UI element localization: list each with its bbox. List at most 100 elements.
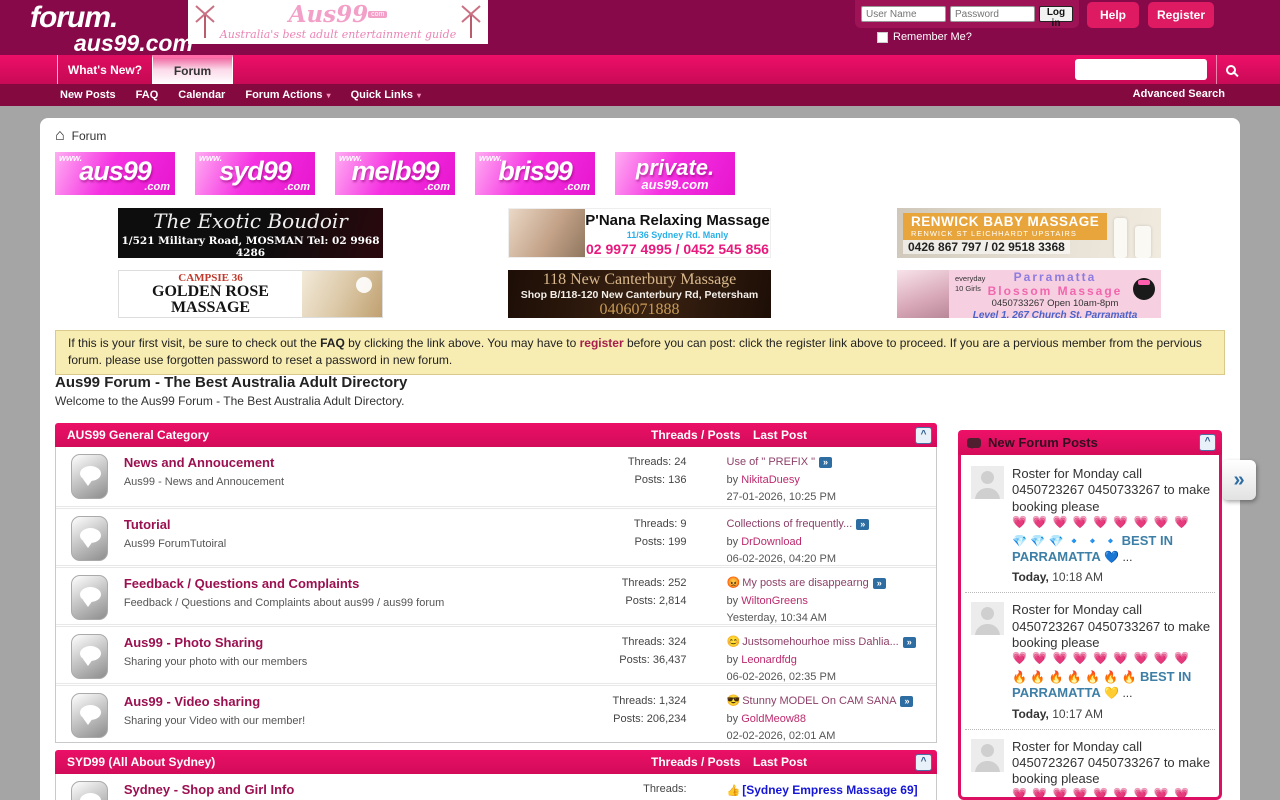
last-post-cell: Collections of frequently...» by DrDownl… (687, 516, 937, 569)
tab-whats-new[interactable]: What's New? (57, 55, 152, 84)
breadcrumb: ⌂ Forum (55, 128, 106, 144)
ad-blossom-massage[interactable]: everyday 10 Girls Parramatta Blossom Mas… (897, 270, 1161, 318)
register-button[interactable]: Register (1148, 2, 1214, 28)
go-to-last-post-icon[interactable]: » (903, 637, 916, 648)
tab-forum[interactable]: Forum (152, 55, 233, 84)
site-logo[interactable]: forum. aus99.com (30, 3, 193, 55)
last-post-title-link[interactable]: My posts are disappearng (742, 577, 869, 589)
register-link[interactable]: register (580, 336, 624, 350)
last-post-title-link[interactable]: [Sydney Empress Massage 69] (742, 783, 917, 797)
forum-status-icon (71, 781, 108, 800)
sidebar-post[interactable]: Roster for Monday call 0450723267 045073… (965, 457, 1215, 593)
ad-canterbury-massage[interactable]: 118 New Canterbury Massage Shop B/118-12… (508, 270, 771, 318)
windmill-graphic (460, 4, 482, 40)
nav-forum-actions[interactable]: Forum Actions▾ (235, 89, 340, 101)
go-to-last-post-icon[interactable]: » (873, 578, 886, 589)
help-button[interactable]: Help (1087, 2, 1139, 28)
post-text: Roster for Monday call 0450723267 045073… (1012, 466, 1210, 514)
sidebar-expand-handle[interactable]: » (1222, 460, 1256, 500)
last-post-user-link[interactable]: GoldMeow88 (741, 713, 806, 725)
banner-melb99[interactable]: www. melb99 .com (335, 152, 455, 195)
home-icon[interactable]: ⌂ (55, 128, 65, 144)
post-time: Today, 10:18 AM (1012, 570, 1211, 585)
category-title-link[interactable]: AUS99 General Category (55, 428, 651, 442)
nav-new-posts[interactable]: New Posts (50, 89, 126, 101)
last-post-title-link[interactable]: Stunny MODEL On CAM SANA (742, 695, 896, 707)
banner-aus99[interactable]: www. aus99 .com (55, 152, 175, 195)
forum-description: Aus99 - News and Annoucement (124, 476, 547, 488)
last-post-title-link[interactable]: Collections of frequently... (727, 518, 853, 530)
banner-syd99[interactable]: www. syd99 .com (195, 152, 315, 195)
ad-photo (897, 270, 949, 318)
forum-row-sydney-shop: Sydney - Shop and Girl Info Talk about S… (56, 774, 936, 800)
banner-private-aus99[interactable]: private. aus99.com (615, 152, 735, 195)
remember-me[interactable]: Remember Me? (877, 31, 972, 43)
candle-graphic (1114, 218, 1127, 258)
header-ad-banner[interactable]: Aus99com Australia's best adult entertai… (188, 0, 488, 44)
sub-nav: New Posts FAQ Calendar Forum Actions▾ Qu… (0, 84, 1280, 106)
last-post-title-link[interactable]: Use of " PREFIX " (727, 456, 816, 468)
last-post-user-link[interactable]: DrDownload (741, 536, 802, 548)
last-post-user-link[interactable]: Leonardfdg (741, 654, 797, 666)
post-emoji-row: 💗 💗 💗 💗 💗 💗 💗 💗 💗 (1012, 787, 1211, 800)
advanced-search-link[interactable]: Advanced Search (1133, 88, 1225, 100)
forum-link[interactable]: Sydney - Shop and Girl Info (124, 782, 294, 797)
ad-renwick-massage[interactable]: RENWICK BABY MASSAGE RENWICK ST LEICHHAR… (897, 208, 1161, 258)
new-forum-posts-widget: New Forum Posts ^ Roster for Monday call… (958, 430, 1222, 800)
password-field[interactable] (950, 6, 1035, 22)
search-icon (1226, 65, 1236, 75)
forum-status-icon (71, 516, 108, 561)
column-threads-posts: Threads / Posts (651, 428, 753, 442)
banner-badge: com (368, 11, 387, 18)
thread-emoji: 😡 (727, 577, 741, 589)
go-to-last-post-icon[interactable]: » (819, 457, 832, 468)
forum-description: Sharing your photo with our members (124, 656, 547, 668)
username-field[interactable] (861, 6, 946, 22)
forum-status-icon (71, 693, 108, 738)
sidebar-post[interactable]: Roster for Monday call 0450723267 045073… (965, 730, 1215, 800)
go-to-last-post-icon[interactable]: » (900, 696, 913, 707)
category-title-link[interactable]: SYD99 (All About Sydney) (55, 755, 651, 769)
nav-faq[interactable]: FAQ (126, 89, 169, 101)
last-post-user-link[interactable]: NikitaDuesy (741, 474, 800, 486)
nav-quick-links[interactable]: Quick Links▾ (341, 89, 431, 101)
ad-pnana-massage[interactable]: P'Nana Relaxing Massage 11/36 Sydney Rd.… (508, 208, 771, 258)
page-subtitle: Welcome to the Aus99 Forum - The Best Au… (55, 394, 405, 408)
remember-me-checkbox[interactable] (877, 32, 888, 43)
faq-link[interactable]: FAQ (320, 336, 345, 350)
last-post-user-link[interactable]: WiltonGreens (741, 595, 808, 607)
last-post-cell: 😎Stunny MODEL On CAM SANA» by GoldMeow88… (687, 693, 937, 746)
post-text: Roster for Monday call 0450723267 045073… (1012, 739, 1210, 787)
forum-row-tutorial: Tutorial Aus99 ForumTutoiral Threads: 9 … (56, 506, 936, 565)
sidebar-post[interactable]: Roster for Monday call 0450723267 045073… (965, 593, 1215, 729)
ad-golden-rose-massage[interactable]: CAMPSIE 36 GOLDEN ROSE MASSAGE 36 NORTH … (118, 270, 383, 318)
breadcrumb-forum[interactable]: Forum (72, 129, 107, 143)
nav-calendar[interactable]: Calendar (168, 89, 235, 101)
forum-row-feedback: Feedback / Questions and Complaints Feed… (56, 565, 936, 624)
forum-link[interactable]: Feedback / Questions and Complaints (124, 576, 360, 591)
search-button[interactable] (1216, 55, 1244, 84)
forum-link[interactable]: Tutorial (124, 517, 171, 532)
last-post-title-link[interactable]: Justsomehourhoe miss Dahlia... (742, 636, 899, 648)
ad-exotic-boudoir[interactable]: The Exotic Boudoir 1/521 Military Road, … (118, 208, 383, 258)
forum-description: Feedback / Questions and Complaints abou… (124, 597, 547, 609)
ad-logo (1133, 278, 1155, 300)
widget-header: New Forum Posts ^ (958, 430, 1222, 455)
collapse-category-button[interactable]: ^ (915, 427, 932, 444)
go-to-last-post-icon[interactable]: » (856, 519, 869, 530)
thread-emoji: 👍 (727, 785, 741, 797)
login-button[interactable]: Log in (1039, 6, 1073, 22)
forum-link[interactable]: News and Annoucement (124, 455, 274, 470)
thread-emoji: 😎 (727, 695, 741, 707)
banner-bris99[interactable]: www. bris99 .com (475, 152, 595, 195)
avatar (971, 466, 1004, 499)
column-threads-posts: Threads / Posts (651, 755, 753, 769)
collapse-category-button[interactable]: ^ (915, 754, 932, 771)
category-header: SYD99 (All About Sydney) Threads / Posts… (55, 750, 937, 774)
search-input[interactable] (1075, 59, 1207, 80)
collapse-widget-button[interactable]: ^ (1199, 434, 1216, 451)
forum-link[interactable]: Aus99 - Photo Sharing (124, 635, 263, 650)
forum-link[interactable]: Aus99 - Video sharing (124, 694, 260, 709)
last-post-date: 06-02-2026, 04:20 PM (727, 551, 937, 569)
last-post-date: Yesterday, 10:34 AM (727, 610, 937, 628)
